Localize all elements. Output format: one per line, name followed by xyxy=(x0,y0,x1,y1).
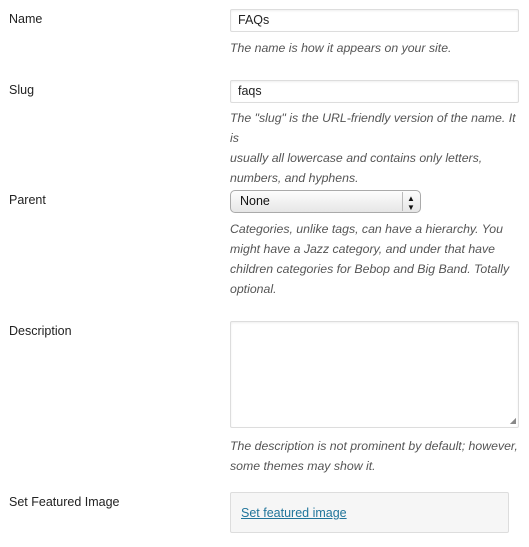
name-label: Name xyxy=(9,12,43,26)
resize-grip-icon[interactable]: ◢ xyxy=(510,416,516,425)
parent-label: Parent xyxy=(9,193,46,207)
parent-selected-value: None xyxy=(240,194,270,208)
slug-description: The "slug" is the URL-friendly version o… xyxy=(230,108,520,188)
slug-description-line: The "slug" is the URL-friendly version o… xyxy=(230,111,516,145)
slug-input[interactable]: faqs xyxy=(230,80,519,103)
parent-select[interactable]: None ▲ ▼ xyxy=(230,190,421,213)
description-textarea[interactable]: ◢ xyxy=(230,321,519,428)
parent-description-line: children categories for Bebop and Big Ba… xyxy=(230,262,510,276)
slug-label: Slug xyxy=(9,83,35,97)
parent-description-line: Categories, unlike tags, can have a hier… xyxy=(230,222,503,236)
description-help: The description is not prominent by defa… xyxy=(230,436,520,476)
select-arrows-icon: ▲ ▼ xyxy=(402,192,419,212)
slug-description-line: usually all lowercase and contains only … xyxy=(230,151,483,165)
description-help-line: The description is not prominent by defa… xyxy=(230,439,518,453)
description-help-line: some themes may show it. xyxy=(230,459,376,473)
name-description: The name is how it appears on your site. xyxy=(230,41,452,55)
slug-description-line: numbers, and hyphens. xyxy=(230,171,359,185)
featured-image-label: Set Featured Image xyxy=(9,495,120,509)
featured-image-box: Set featured image xyxy=(230,492,509,533)
name-input[interactable]: FAQs xyxy=(230,9,519,32)
parent-description: Categories, unlike tags, can have a hier… xyxy=(230,219,520,299)
parent-description-line: might have a Jazz category, and under th… xyxy=(230,242,496,256)
description-label: Description xyxy=(9,324,72,338)
parent-description-line: optional. xyxy=(230,282,277,296)
set-featured-image-link[interactable]: Set featured image xyxy=(241,506,347,520)
